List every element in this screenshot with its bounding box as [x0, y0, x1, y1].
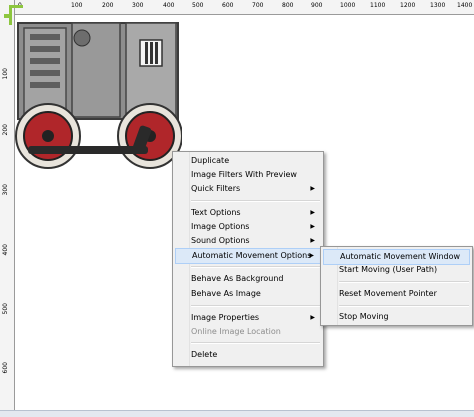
submenu-item-reset-movement-pointer[interactable]: Reset Movement Pointer: [323, 287, 470, 301]
menu-item-behave-as-image[interactable]: Behave As Image: [175, 287, 321, 301]
ruler-mark: 600: [222, 2, 234, 9]
menu-item-label: Automatic Movement Window: [340, 252, 461, 261]
menu-item-online-image-location: Online Image Location: [175, 325, 321, 339]
ruler-mark: 400: [163, 2, 175, 9]
menu-item-image-options[interactable]: Image Options ▶: [175, 220, 321, 234]
menu-item-label: Start Moving (User Path): [339, 265, 438, 274]
submenu-arrow-icon: ▶: [310, 223, 315, 230]
ruler-mark: 1300: [430, 2, 446, 9]
menu-separator: [191, 200, 320, 202]
menu-item-label: Image Properties: [191, 313, 260, 322]
ruler-mark: 200: [102, 2, 114, 9]
menu-item-label: Quick Filters: [191, 184, 241, 193]
menu-separator: [191, 305, 320, 307]
menu-item-sound-options[interactable]: Sound Options ▶: [175, 234, 321, 248]
ruler-mark: 500: [192, 2, 204, 9]
menu-item-label: Image Options: [191, 222, 250, 231]
submenu-arrow-icon: ▶: [310, 209, 315, 216]
horizontal-ruler: 0 100 200 300 400 500 600 700 800 900 10…: [0, 0, 474, 15]
submenu-item-stop-moving[interactable]: Stop Moving: [323, 310, 470, 324]
menu-item-label: Behave As Background: [191, 274, 284, 283]
menu-item-label: Text Options: [191, 208, 241, 217]
menu-separator: [191, 266, 320, 268]
ruler-mark: 600: [2, 362, 9, 374]
ruler-mark: 500: [2, 303, 9, 315]
menu-item-label: Behave As Image: [191, 289, 261, 298]
ruler-mark: 100: [71, 2, 83, 9]
menu-separator: [339, 305, 469, 307]
menu-item-duplicate[interactable]: Duplicate: [175, 154, 321, 168]
menu-item-image-properties[interactable]: Image Properties ▶: [175, 311, 321, 325]
submenu-arrow-icon: ▶: [310, 237, 315, 244]
ruler-mark: 700: [252, 2, 264, 9]
context-menu: Duplicate Image Filters With Preview Qui…: [172, 151, 324, 367]
menu-item-text-options[interactable]: Text Options ▶: [175, 206, 321, 220]
menu-item-label: Automatic Movement Options: [192, 251, 312, 260]
ruler-mark: 1400: [457, 2, 473, 9]
locomotive-image[interactable]: [6, 18, 182, 176]
submenu-arrow-icon: ▶: [310, 185, 315, 192]
submenu-automatic-movement: Automatic Movement Window Start Moving (…: [320, 246, 473, 326]
ruler-mark: 400: [2, 244, 9, 256]
menu-item-label: Online Image Location: [191, 327, 281, 336]
menu-item-label: Delete: [191, 350, 218, 359]
ruler-mark: 900: [311, 2, 323, 9]
submenu-item-start-moving[interactable]: Start Moving (User Path): [323, 263, 470, 277]
menu-separator: [191, 342, 320, 344]
menu-item-label: Duplicate: [191, 156, 230, 165]
submenu-arrow-icon: ▶: [310, 314, 315, 321]
menu-item-label: Reset Movement Pointer: [339, 289, 437, 298]
menu-item-quick-filters[interactable]: Quick Filters ▶: [175, 182, 321, 196]
menu-item-label: Sound Options: [191, 236, 250, 245]
menu-separator: [339, 281, 469, 283]
menu-item-behave-as-background[interactable]: Behave As Background: [175, 272, 321, 286]
ruler-mark: 300: [2, 184, 9, 196]
submenu-arrow-icon: ▶: [309, 252, 314, 259]
ruler-mark: 1200: [400, 2, 416, 9]
menu-item-automatic-movement-options[interactable]: Automatic Movement Options ▶: [175, 248, 321, 264]
menu-item-image-filters[interactable]: Image Filters With Preview: [175, 168, 321, 182]
menu-item-label: Stop Moving: [339, 312, 389, 321]
menu-item-label: Image Filters With Preview: [191, 170, 297, 179]
ruler-mark: 300: [132, 2, 144, 9]
menu-item-delete[interactable]: Delete: [175, 348, 321, 362]
ruler-mark: 800: [282, 2, 294, 9]
ruler-mark: 1000: [340, 2, 356, 9]
ruler-mark: 1100: [370, 2, 386, 9]
